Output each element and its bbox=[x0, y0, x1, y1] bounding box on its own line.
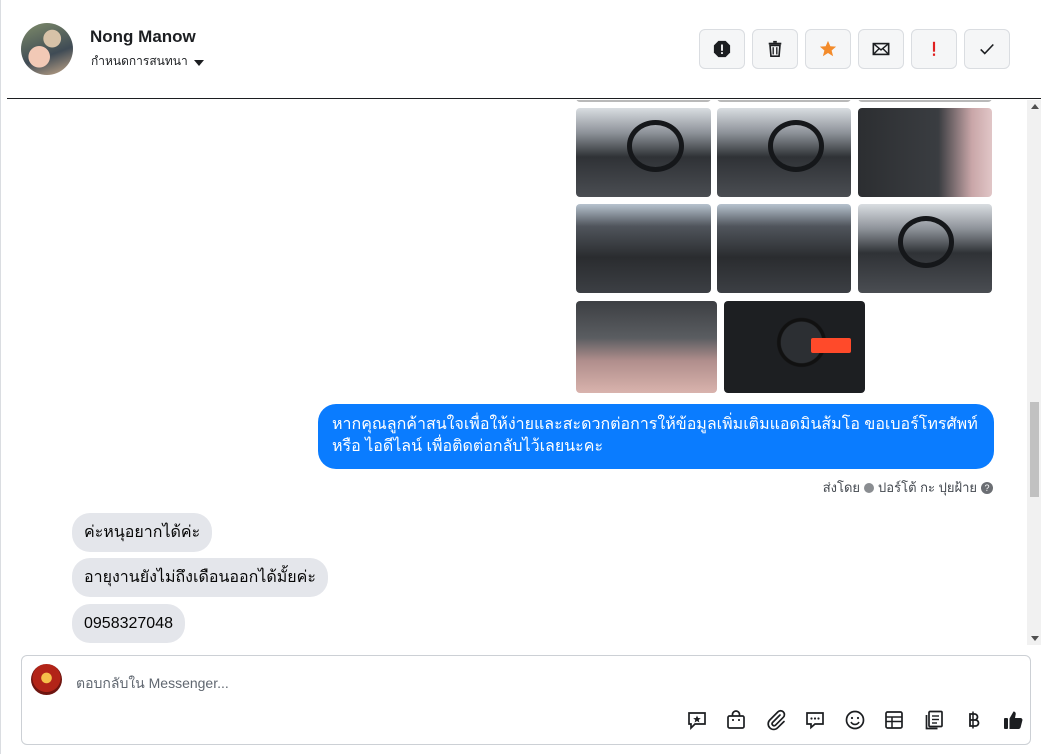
table-button[interactable] bbox=[875, 709, 915, 731]
document-icon bbox=[925, 710, 943, 730]
attachment-icon bbox=[767, 709, 786, 731]
composer-toolbar bbox=[677, 709, 1033, 731]
follow-up-button[interactable] bbox=[911, 29, 957, 69]
delete-button[interactable] bbox=[752, 29, 798, 69]
car-photo-engine[interactable] bbox=[576, 301, 717, 393]
car-photo[interactable] bbox=[717, 100, 851, 102]
alert-octagon-icon bbox=[713, 40, 731, 58]
incoming-message[interactable]: อายุงานยังไม่ถึงเดือนออกได้มั้ยค่ะ bbox=[72, 558, 328, 597]
outgoing-message[interactable]: หากคุณลูกค้าสนใจเพื่อให้ง่ายและสะดวกต่อก… bbox=[318, 404, 994, 469]
thumbs-up-icon bbox=[1003, 711, 1023, 729]
mark-spam-button[interactable] bbox=[699, 29, 745, 69]
contact-avatar[interactable] bbox=[21, 23, 73, 75]
car-photo[interactable] bbox=[576, 100, 711, 102]
star-icon bbox=[819, 40, 837, 57]
trash-icon bbox=[768, 40, 782, 58]
car-photo-front-seat[interactable] bbox=[576, 204, 711, 293]
incoming-message[interactable]: ค่ะหนุอยากได้ค่ะ bbox=[72, 513, 213, 552]
car-photo-steering[interactable] bbox=[717, 108, 851, 197]
incoming-message[interactable]: 0958327048 bbox=[72, 604, 185, 643]
verified-icon bbox=[864, 482, 875, 493]
payment-button[interactable] bbox=[954, 709, 994, 731]
assign-conversation-label: กำหนดการสนทนา bbox=[91, 54, 188, 68]
attach-button[interactable] bbox=[756, 709, 796, 731]
car-photo-rear-seat[interactable] bbox=[717, 204, 851, 293]
message-list: หากคุณลูกค้าสนใจเพื่อให้ง่ายและสะดวกต่อก… bbox=[7, 100, 1041, 645]
left-panel-scrollbar[interactable] bbox=[0, 100, 1, 645]
like-button[interactable] bbox=[993, 709, 1033, 731]
car-photo[interactable] bbox=[858, 100, 992, 102]
page-avatar bbox=[31, 664, 62, 695]
shopping-bag-icon bbox=[727, 710, 746, 729]
car-photo-dashboard[interactable] bbox=[576, 108, 711, 197]
sent-by-prefix: ส่งโดย bbox=[822, 480, 861, 495]
car-photo-door[interactable] bbox=[858, 108, 992, 197]
caret-down-icon bbox=[193, 59, 204, 66]
mark-done-button[interactable] bbox=[964, 29, 1010, 69]
chat-bubbles-icon bbox=[806, 712, 825, 730]
saved-reply-icon bbox=[687, 712, 706, 731]
scrollbar-thumb[interactable] bbox=[1030, 402, 1039, 497]
assign-conversation-dropdown[interactable]: กำหนดการสนทนา bbox=[91, 52, 204, 71]
emoji-button[interactable] bbox=[835, 709, 875, 731]
reply-composer: ตอบกลับใน Messenger... bbox=[21, 655, 1031, 745]
inbox-thread-panel: Nong Manow กำหนดการสนทนา หากคุณลูกค้าสนใ… bbox=[0, 0, 1041, 754]
envelope-icon bbox=[872, 42, 890, 56]
exclamation-icon bbox=[932, 41, 936, 56]
scroll-down-arrow-icon[interactable] bbox=[1031, 636, 1039, 641]
star-button[interactable] bbox=[805, 29, 851, 69]
shop-button[interactable] bbox=[717, 709, 757, 731]
help-icon[interactable]: ? bbox=[981, 481, 993, 494]
baht-icon bbox=[969, 711, 980, 729]
thread-header: Nong Manow กำหนดการสนทนา bbox=[7, 0, 1041, 99]
table-icon bbox=[885, 711, 904, 729]
reply-input[interactable]: ตอบกลับใน Messenger... bbox=[76, 673, 229, 695]
message-list-scrollbar[interactable] bbox=[1027, 100, 1041, 645]
sent-by-line: ส่งโดย ปอร์โต้ กะ ปุยฝ้าย ? bbox=[823, 477, 993, 498]
mark-unread-button[interactable] bbox=[858, 29, 904, 69]
emoji-icon bbox=[845, 710, 865, 730]
document-button[interactable] bbox=[914, 709, 954, 731]
sent-by-name: ปอร์โต้ กะ ปุยฝ้าย bbox=[878, 480, 977, 495]
check-icon bbox=[980, 43, 994, 55]
scroll-up-arrow-icon[interactable] bbox=[1031, 104, 1039, 109]
car-photo-gauge[interactable] bbox=[724, 301, 865, 393]
chat-button[interactable] bbox=[796, 709, 836, 731]
saved-reply-button[interactable] bbox=[677, 709, 717, 731]
thread-toolbar bbox=[699, 29, 1010, 69]
car-photo-console[interactable] bbox=[858, 204, 992, 293]
contact-name[interactable]: Nong Manow bbox=[90, 27, 196, 47]
